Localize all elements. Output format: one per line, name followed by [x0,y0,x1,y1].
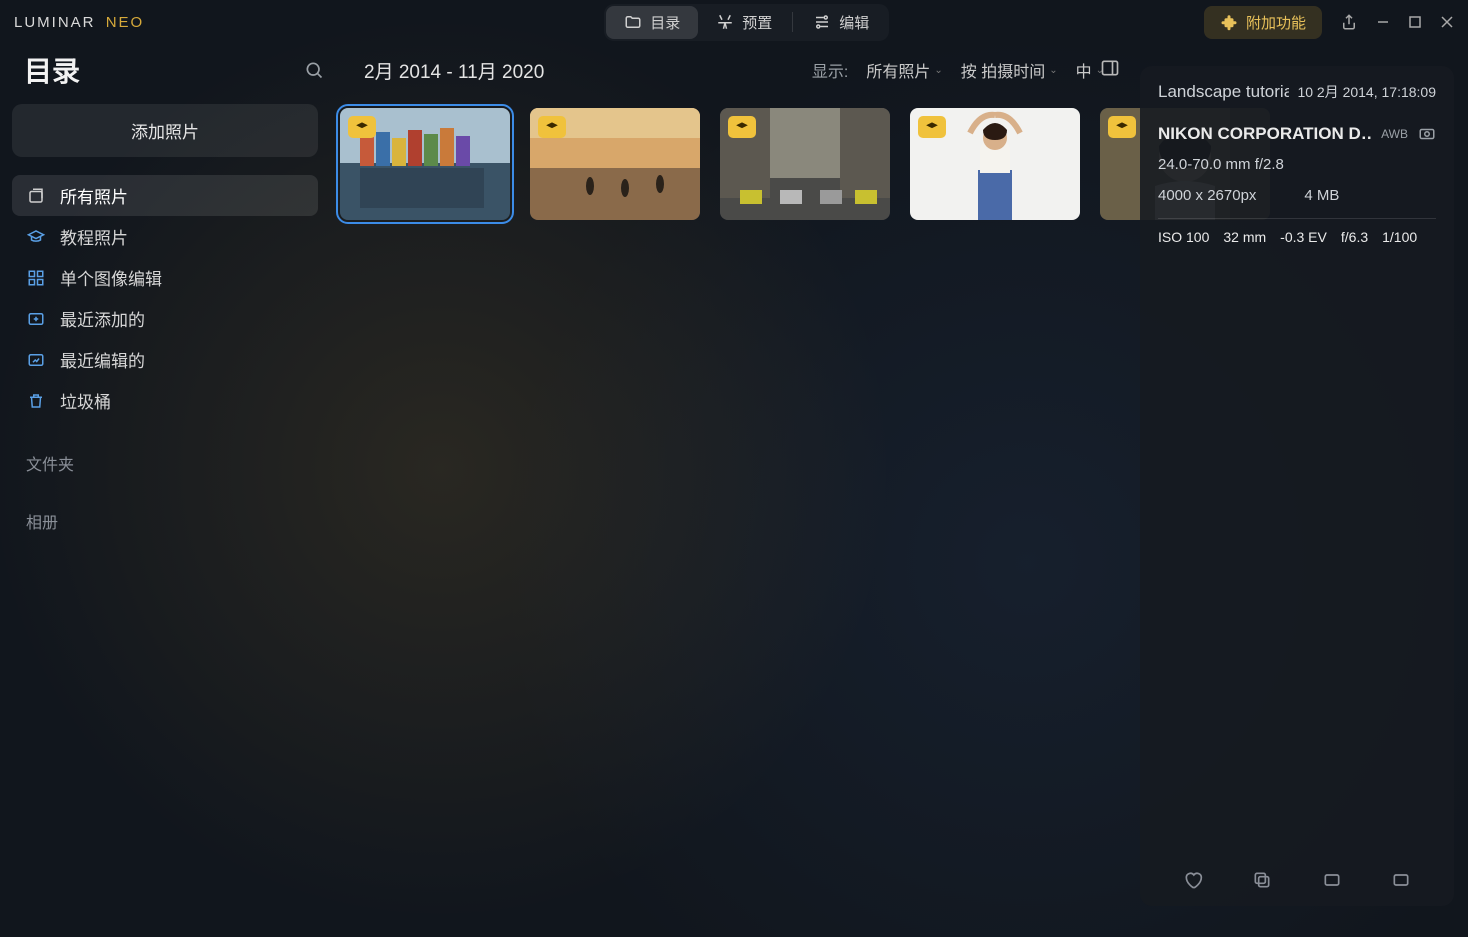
stack-icon [26,186,46,206]
tab-edit-label: 编辑 [839,12,869,33]
app-logo: LUMINAR NEO [14,14,144,31]
nav-all-label: 所有照片 [60,183,128,208]
info-camera: NIKON CORPORATION D… [1158,124,1371,144]
filter-all-photos[interactable]: 所有照片⌄ [866,58,942,82]
info-focal: 32 mm [1223,229,1266,245]
tutorial-badge-icon [918,116,946,138]
rect-icon[interactable] [1322,870,1342,890]
trash-icon [26,391,46,411]
copy-icon[interactable] [1252,870,1272,890]
info-lens: 24.0-70.0 mm f/2.8 [1158,156,1436,173]
nav-recent-added[interactable]: 最近添加的 [12,298,318,339]
info-title: Landscape tutoria [1158,82,1289,102]
favorite-icon[interactable] [1183,870,1203,890]
addon-label: 附加功能 [1246,12,1306,33]
grad-cap-icon [26,227,46,247]
filter-sort[interactable]: 按 拍摄时间⌄ [961,58,1058,82]
nav-trash-label: 垃圾桶 [60,388,111,413]
tab-edit[interactable]: 编辑 [795,6,887,39]
maximize-icon[interactable] [1408,15,1422,29]
nav-tutorial-label: 教程照片 [60,224,128,249]
add-photos-button[interactable]: 添加照片 [12,104,318,157]
rect2-icon[interactable] [1391,870,1411,890]
puzzle-icon [1220,13,1238,31]
sidebar: 添加照片 所有照片 教程照片 单个图像编辑 最近添加的 最近编辑的 垃圾桶 文件… [0,100,330,937]
info-date: 10 2月 2014, 17:18:09 [1297,82,1436,102]
info-filesize: 4 MB [1304,187,1339,204]
nav-single-label: 单个图像编辑 [60,265,162,290]
minimize-icon[interactable] [1376,15,1390,29]
info-awb: AWB [1381,127,1408,141]
mode-tabs: 目录 预置 编辑 [604,4,889,41]
info-aperture: f/6.3 [1341,229,1368,245]
share-icon[interactable] [1340,13,1358,31]
nav-recent-edit-label: 最近编辑的 [60,347,145,372]
tutorial-badge-icon [538,116,566,138]
info-ev: -0.3 EV [1280,229,1327,245]
recent-edit-icon [26,350,46,370]
tutorial-badge-icon [1108,116,1136,138]
thumbnail[interactable] [340,108,510,220]
filter-show-label: 显示: [812,58,848,82]
nav-recent-edited[interactable]: 最近编辑的 [12,339,318,380]
thumbnail[interactable] [720,108,890,220]
close-icon[interactable] [1440,15,1454,29]
grid-icon [26,268,46,288]
info-panel: Landscape tutoria 10 2月 2014, 17:18:09 N… [1140,66,1454,906]
date-range: 2月 2014 - 11月 2020 [364,57,544,84]
nav-trash[interactable]: 垃圾桶 [12,380,318,421]
tab-presets[interactable]: 预置 [698,6,790,39]
metering-icon [1418,125,1436,143]
section-albums[interactable]: 相册 [12,479,318,537]
tab-presets-label: 预置 [742,12,772,33]
nav-single-edit[interactable]: 单个图像编辑 [12,257,318,298]
panel-toggle-icon[interactable] [1100,58,1120,78]
nav-all-photos[interactable]: 所有照片 [12,175,318,216]
tutorial-badge-icon [348,116,376,138]
thumbnail[interactable] [530,108,700,220]
info-shutter: 1/100 [1382,229,1417,245]
tutorial-badge-icon [728,116,756,138]
search-icon[interactable] [304,60,324,80]
tab-catalog-label: 目录 [650,12,680,33]
nav-tutorial-photos[interactable]: 教程照片 [12,216,318,257]
recent-add-icon [26,309,46,329]
nav-recent-add-label: 最近添加的 [60,306,145,331]
section-folders[interactable]: 文件夹 [12,421,318,479]
info-iso: ISO 100 [1158,229,1209,245]
info-dimensions: 4000 x 2670px [1158,187,1256,204]
addon-button[interactable]: 附加功能 [1204,6,1322,39]
page-title: 目录 [24,50,80,90]
thumbnail[interactable] [910,108,1080,220]
tab-catalog[interactable]: 目录 [606,6,698,39]
